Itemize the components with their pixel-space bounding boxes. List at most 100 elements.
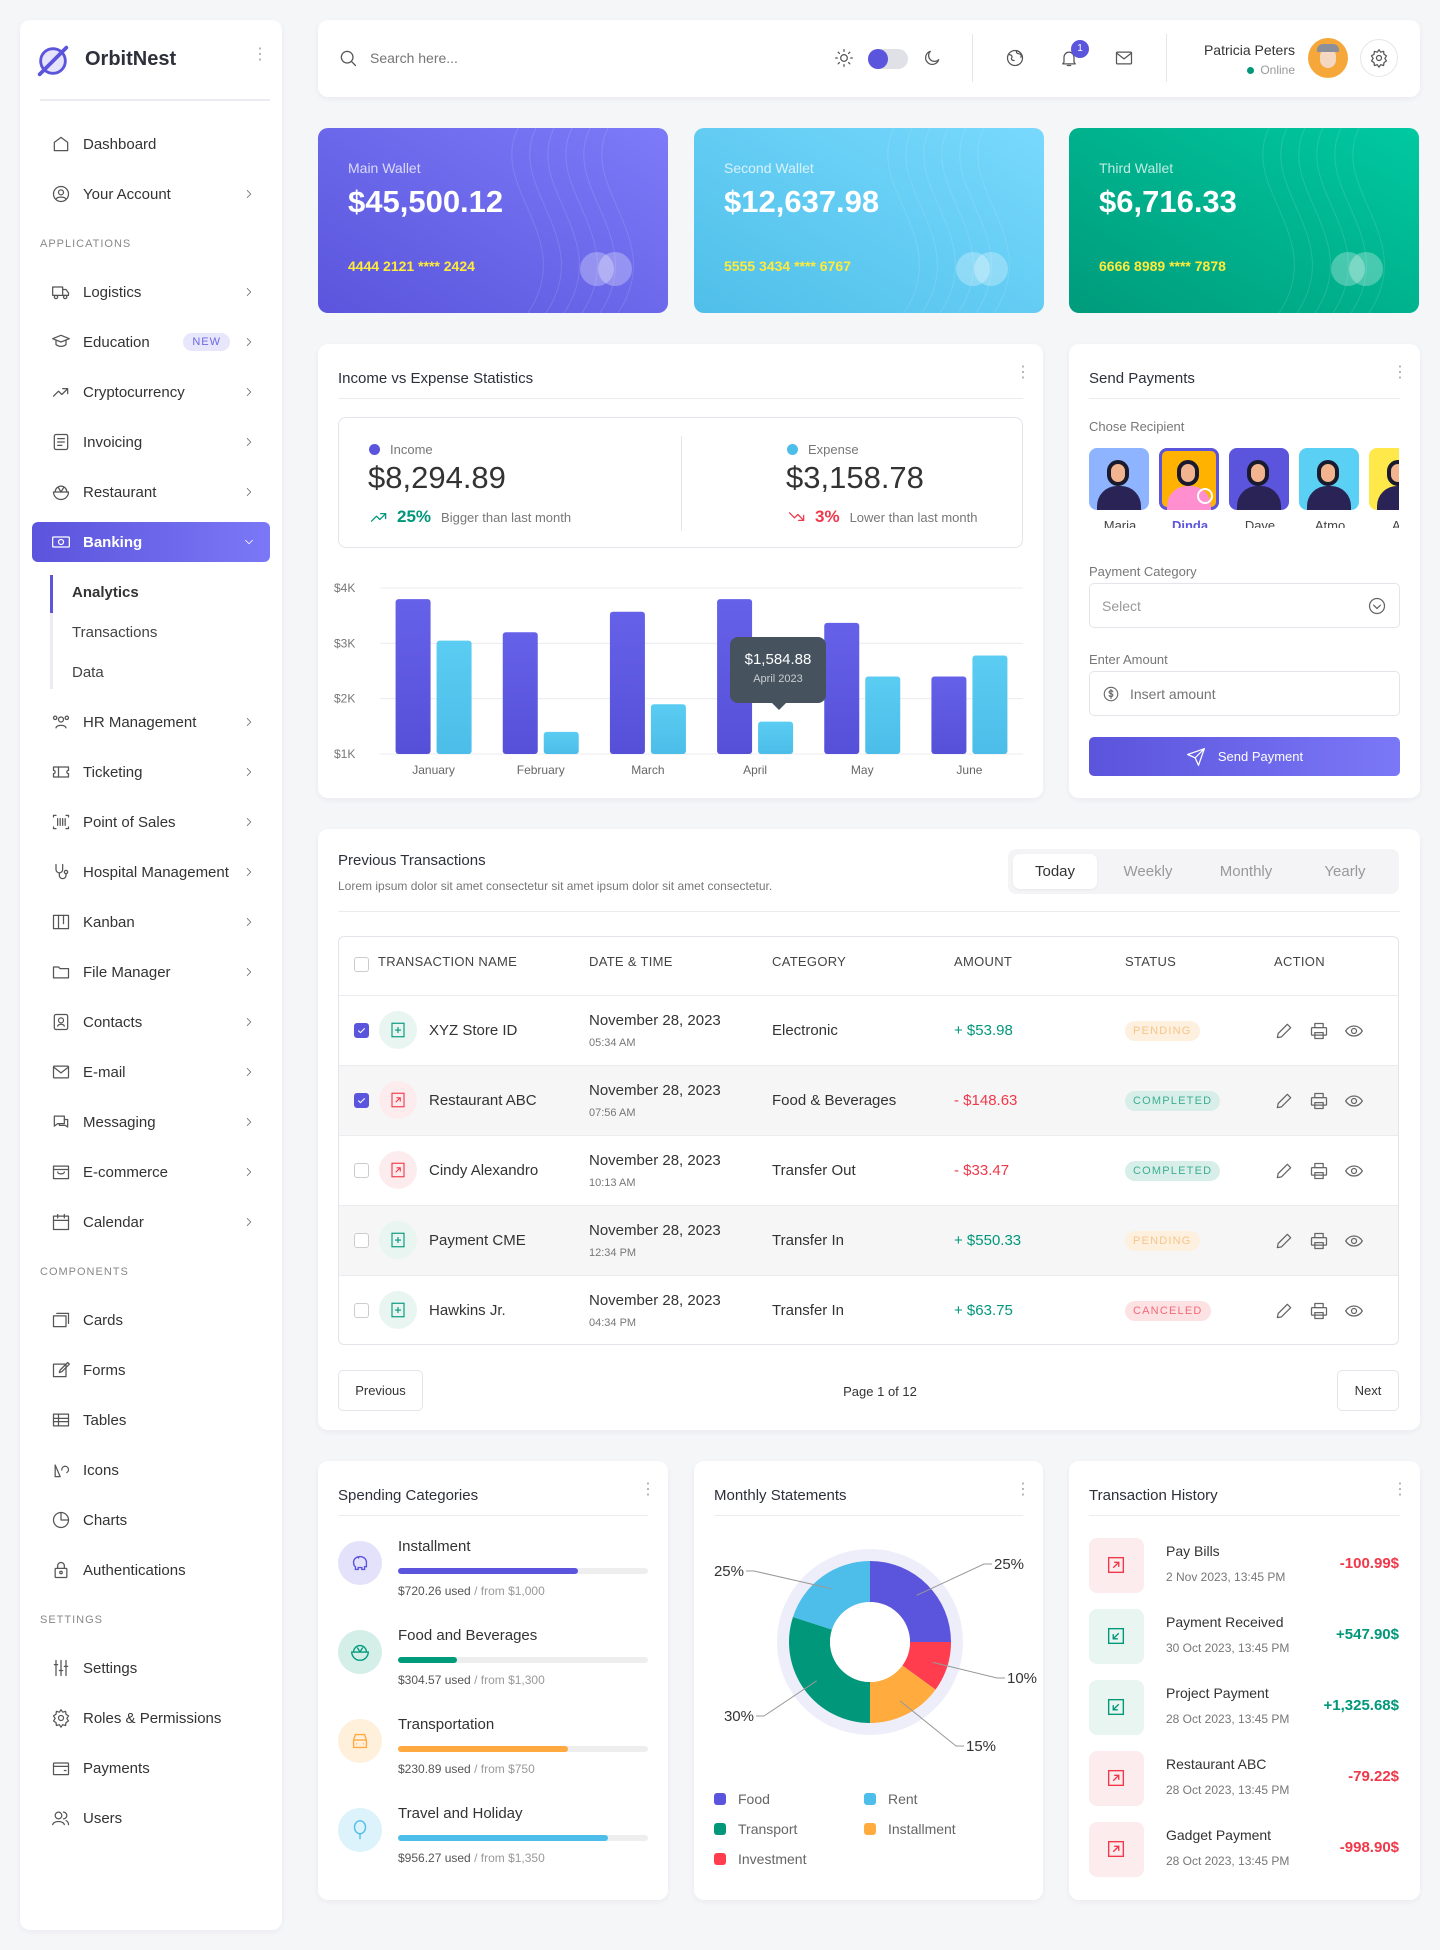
more-options-icon[interactable]: ⋮ xyxy=(1392,365,1408,381)
previous-button[interactable]: Previous xyxy=(338,1370,423,1411)
sidebar-item-your-account[interactable]: Your Account xyxy=(32,174,270,214)
search-input[interactable] xyxy=(370,44,770,72)
print-icon[interactable] xyxy=(1309,1161,1329,1181)
row-checkbox[interactable] xyxy=(354,1303,369,1318)
select-all-checkbox[interactable] xyxy=(354,957,369,972)
sidebar-item-invoicing[interactable]: Invoicing xyxy=(32,422,270,462)
balloon-icon xyxy=(338,1808,382,1852)
bar-expense-march[interactable] xyxy=(650,704,686,754)
bar-expense-may[interactable] xyxy=(865,676,901,754)
sidebar-item-restaurant[interactable]: Restaurant xyxy=(32,472,270,512)
avatar[interactable] xyxy=(1308,38,1348,78)
settings-button[interactable] xyxy=(1360,39,1398,77)
globe-icon[interactable] xyxy=(1005,48,1025,68)
sidebar-item-hr-management[interactable]: HR Management xyxy=(32,702,270,742)
sidebar-item-contacts[interactable]: Contacts xyxy=(32,1002,270,1042)
sidebar-item-dashboard[interactable]: Dashboard xyxy=(32,124,270,164)
wallet-card[interactable]: Main Wallet $45,500.12 4444 2121 **** 2424 xyxy=(318,128,668,313)
sidebar-item-logistics[interactable]: Logistics xyxy=(32,272,270,312)
sidebar-item-users[interactable]: Users xyxy=(32,1798,270,1838)
print-icon[interactable] xyxy=(1309,1231,1329,1251)
amount-input[interactable] xyxy=(1130,682,1380,706)
submenu-item-data[interactable]: Data xyxy=(72,664,104,681)
sidebar-item-file-manager[interactable]: File Manager xyxy=(32,952,270,992)
table-row[interactable]: Payment CME November 28, 2023 12:34 PM Tran… xyxy=(339,1205,1398,1275)
tab-weekly[interactable]: Weekly xyxy=(1106,854,1190,889)
table-row[interactable]: Hawkins Jr. November 28, 2023 04:34 PM Tran… xyxy=(339,1275,1398,1345)
sidebar-item-messaging[interactable]: Messaging xyxy=(32,1102,270,1142)
wallet-card[interactable]: Third Wallet $6,716.33 6666 8989 **** 7878 xyxy=(1069,128,1419,313)
amount-field[interactable] xyxy=(1089,671,1400,716)
eye-icon[interactable] xyxy=(1344,1161,1364,1181)
edit-icon[interactable] xyxy=(1274,1301,1294,1321)
sidebar-item-ticketing[interactable]: Ticketing xyxy=(32,752,270,792)
sidebar-item-payments[interactable]: Payments xyxy=(32,1748,270,1788)
table-row[interactable]: XYZ Store ID November 28, 2023 05:34 AM Ele… xyxy=(339,995,1398,1065)
table-row[interactable]: Restaurant ABC November 28, 2023 07:56 AM F… xyxy=(339,1065,1398,1135)
sidebar-item-point-of-sales[interactable]: Point of Sales xyxy=(32,802,270,842)
send-payment-button[interactable]: Send Payment xyxy=(1089,737,1400,776)
moon-icon[interactable] xyxy=(922,48,942,68)
recipient-dinda[interactable]: Dinda xyxy=(1159,448,1221,528)
sidebar-item-calendar[interactable]: Calendar xyxy=(32,1202,270,1242)
edit-icon[interactable] xyxy=(1274,1091,1294,1111)
theme-toggle[interactable] xyxy=(868,49,908,69)
bar-expense-february[interactable] xyxy=(543,731,579,754)
recipient-dave[interactable]: Dave xyxy=(1229,448,1291,528)
recipient-an[interactable]: An xyxy=(1369,448,1399,528)
next-button[interactable]: Next xyxy=(1337,1370,1399,1411)
eye-icon[interactable] xyxy=(1344,1231,1364,1251)
sidebar-menu-icon[interactable]: ⋮ xyxy=(252,47,268,63)
print-icon[interactable] xyxy=(1309,1301,1329,1321)
edit-icon[interactable] xyxy=(1274,1021,1294,1041)
sidebar-item-charts[interactable]: Charts xyxy=(32,1500,270,1540)
more-options-icon[interactable]: ⋮ xyxy=(640,1482,656,1498)
sidebar-item-roles-permissions[interactable]: Roles & Permissions xyxy=(32,1698,270,1738)
sidebar-item-icons[interactable]: Icons xyxy=(32,1450,270,1490)
sidebar-item-cryptocurrency[interactable]: Cryptocurrency xyxy=(32,372,270,412)
sidebar-item-e-commerce[interactable]: E-commerce xyxy=(32,1152,270,1192)
sidebar-item-kanban[interactable]: Kanban xyxy=(32,902,270,942)
sidebar-item-forms[interactable]: Forms xyxy=(32,1350,270,1390)
eye-icon[interactable] xyxy=(1344,1021,1364,1041)
card-title: Transaction History xyxy=(1089,1487,1218,1504)
bar-income-february[interactable] xyxy=(502,632,538,754)
submenu-item-transactions[interactable]: Transactions xyxy=(72,624,157,641)
sidebar-item-hospital-management[interactable]: Hospital Management xyxy=(32,852,270,892)
recipient-maria[interactable]: Maria xyxy=(1089,448,1151,528)
table-row[interactable]: Cindy Alexandro November 28, 2023 10:13 AM… xyxy=(339,1135,1398,1205)
sidebar-item-cards[interactable]: Cards xyxy=(32,1300,270,1340)
bar-income-march[interactable] xyxy=(609,611,645,754)
eye-icon[interactable] xyxy=(1344,1301,1364,1321)
more-options-icon[interactable]: ⋮ xyxy=(1392,1482,1408,1498)
row-checkbox[interactable] xyxy=(354,1023,369,1038)
row-checkbox[interactable] xyxy=(354,1093,369,1108)
print-icon[interactable] xyxy=(1309,1091,1329,1111)
sidebar-item-authentications[interactable]: Authentications xyxy=(32,1550,270,1590)
tab-today[interactable]: Today xyxy=(1013,854,1097,889)
recipient-atmo[interactable]: Atmo xyxy=(1299,448,1361,528)
row-checkbox[interactable] xyxy=(354,1233,369,1248)
row-checkbox[interactable] xyxy=(354,1163,369,1178)
bar-income-january[interactable] xyxy=(395,599,431,754)
edit-icon[interactable] xyxy=(1274,1231,1294,1251)
tab-monthly[interactable]: Monthly xyxy=(1204,854,1288,889)
bar-expense-april[interactable] xyxy=(758,721,794,754)
submenu-item-analytics[interactable]: Analytics xyxy=(72,584,139,601)
sidebar-item-settings[interactable]: Settings xyxy=(32,1648,270,1688)
sidebar-item-education[interactable]: Education NEW xyxy=(32,322,270,362)
sidebar-item-banking[interactable]: Banking xyxy=(32,522,270,562)
wallet-card[interactable]: Second Wallet $12,637.98 5555 3434 **** 67… xyxy=(694,128,1044,313)
bar-expense-june[interactable] xyxy=(972,655,1008,754)
bar-income-june[interactable] xyxy=(931,676,967,754)
edit-icon[interactable] xyxy=(1274,1161,1294,1181)
mail-icon[interactable] xyxy=(1114,48,1134,68)
sidebar-item-tables[interactable]: Tables xyxy=(32,1400,270,1440)
eye-icon[interactable] xyxy=(1344,1091,1364,1111)
print-icon[interactable] xyxy=(1309,1021,1329,1041)
sidebar-item-e-mail[interactable]: E-mail xyxy=(32,1052,270,1092)
bar-income-may[interactable] xyxy=(824,622,860,754)
bar-expense-january[interactable] xyxy=(436,640,472,754)
payment-category-select[interactable]: Select xyxy=(1089,583,1400,628)
tab-yearly[interactable]: Yearly xyxy=(1303,854,1387,889)
